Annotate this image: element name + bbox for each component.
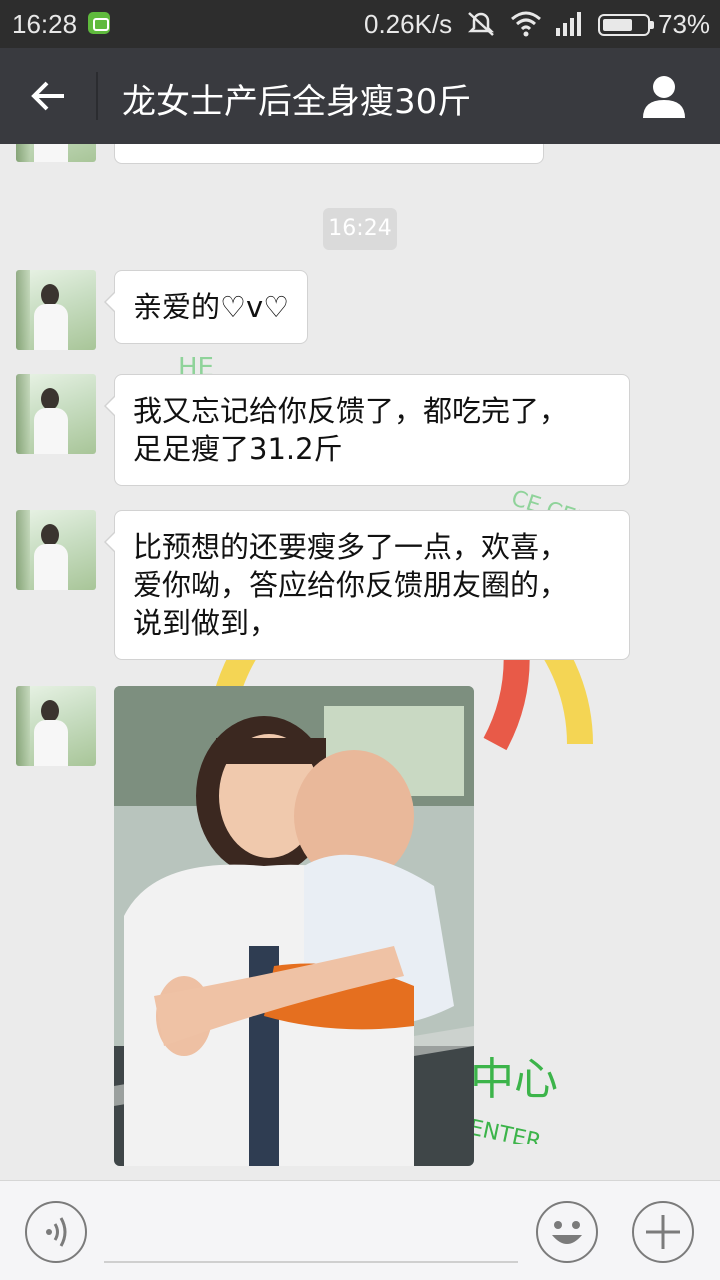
header-divider xyxy=(96,72,98,120)
photo-message[interactable] xyxy=(114,686,474,1166)
emoji-button[interactable] xyxy=(536,1201,598,1263)
chat-header: 龙女士产后全身瘦30斤 xyxy=(0,48,720,144)
plus-icon xyxy=(646,1215,680,1249)
message-bubble[interactable]: 我又忘记给你反馈了，都吃完了， 足足瘦了31.2斤 xyxy=(104,374,630,486)
avatar[interactable] xyxy=(16,510,96,590)
chat-title: 龙女士产后全身瘦30斤 xyxy=(122,82,472,122)
message-input[interactable] xyxy=(104,1201,518,1263)
mute-icon xyxy=(467,12,495,36)
chat-area[interactable]: HE CE CENTE 中心 ENTER 16:24 亲爱的♡v♡ 我又忘记给你… xyxy=(0,144,720,1180)
message-bubble[interactable]: 亲爱的♡v♡ xyxy=(103,270,309,344)
watermark-text-en: ENTER xyxy=(467,1115,544,1144)
status-time: 16:28 xyxy=(12,9,78,39)
avatar[interactable] xyxy=(16,686,96,766)
avatar[interactable] xyxy=(16,270,96,350)
app-notification-icon xyxy=(88,12,110,34)
previous-message-bubble[interactable] xyxy=(114,144,544,164)
photo-image xyxy=(114,686,474,1166)
message-text: 足足瘦了31.2斤 xyxy=(133,432,343,466)
watermark-text-cn: 中心 xyxy=(470,1054,558,1105)
time-badge: 16:24 xyxy=(323,208,397,250)
network-speed: 0.26K/s xyxy=(364,9,453,39)
avatar[interactable] xyxy=(16,144,96,162)
back-arrow-icon[interactable] xyxy=(20,70,76,122)
message-text: 亲爱的♡v♡ xyxy=(133,290,290,324)
message-text: 爱你呦，答应给你反馈朋友圈的， xyxy=(133,568,569,602)
emoji-icon xyxy=(552,1221,582,1244)
battery-fill xyxy=(603,19,633,31)
signal-icon xyxy=(556,12,581,36)
battery-icon xyxy=(598,14,654,36)
voice-icon xyxy=(46,1217,67,1247)
message-bubble[interactable]: 比预想的还要瘦多了一点，欢喜， 爱你呦，答应给你反馈朋友圈的， 说到做到， xyxy=(104,510,630,660)
voice-button[interactable] xyxy=(25,1201,87,1263)
battery-percent: 73% xyxy=(658,9,711,39)
input-bar xyxy=(0,1180,720,1280)
message-text: 比预想的还要瘦多了一点，欢喜， xyxy=(133,530,569,564)
status-bar: 16:28 0.26K/s 73% xyxy=(0,0,720,48)
wifi-icon xyxy=(511,11,541,37)
avatar[interactable] xyxy=(16,374,96,454)
plus-button[interactable] xyxy=(632,1201,694,1263)
profile-icon[interactable] xyxy=(636,70,692,122)
message-text: 我又忘记给你反馈了，都吃完了， xyxy=(133,394,569,428)
message-text: 说到做到， xyxy=(133,606,279,640)
